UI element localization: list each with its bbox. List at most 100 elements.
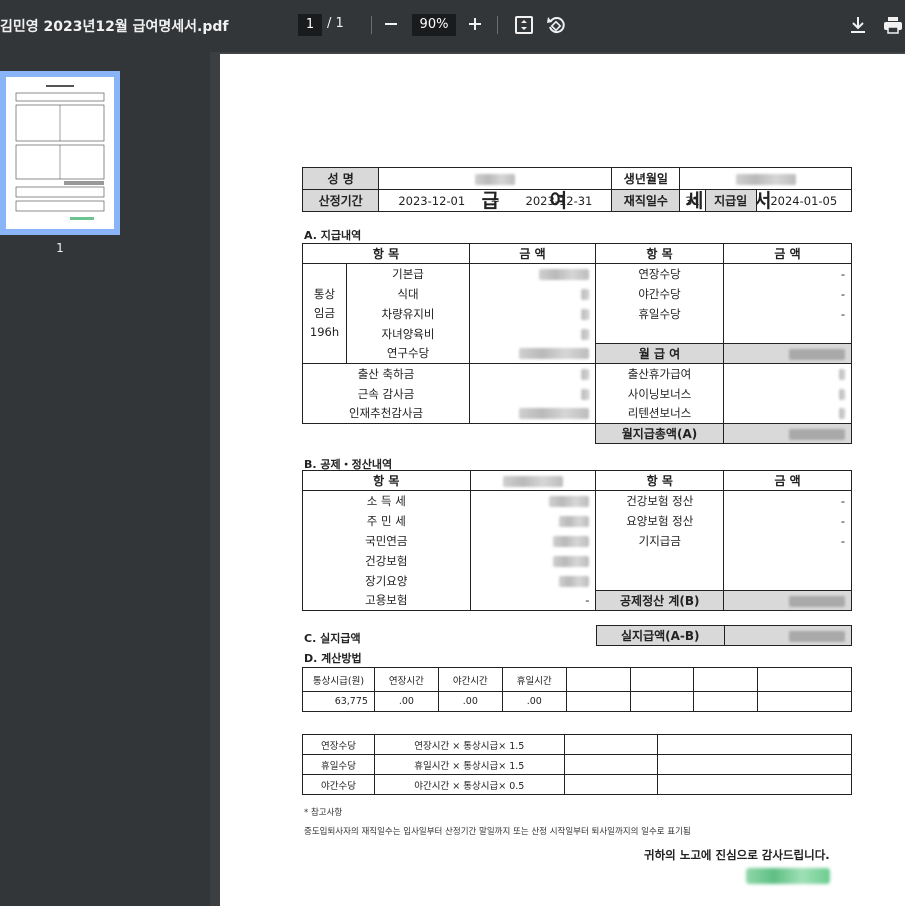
- thumbnail-preview: [6, 77, 114, 229]
- total-pay-value: [723, 423, 852, 444]
- formula-empty: [563, 754, 659, 775]
- download-icon: [851, 17, 865, 33]
- a-item: 휴일수당: [595, 303, 724, 324]
- calc-empty: [565, 691, 631, 712]
- a-amount: [723, 403, 852, 424]
- b-amount-empty: [723, 570, 852, 591]
- formula-empty: [563, 734, 659, 755]
- a-amount: [723, 383, 852, 404]
- a-amount: [469, 283, 596, 304]
- formula-empty: [657, 774, 852, 795]
- formula-table: 연장수당 연장시간 × 통상시급× 1.5 휴일수당 휴일시간 × 통상시급× …: [302, 734, 852, 795]
- a-spacer: [302, 423, 596, 444]
- b-item: 국민연금: [302, 530, 471, 551]
- formula-text: 야간시간 × 통상시급× 0.5: [373, 774, 565, 795]
- page-number-input[interactable]: 1: [298, 14, 322, 36]
- pdf-toolbar: 김민영 2023년12월 급여명세서.pdf 1 / 1 90%: [0, 0, 905, 52]
- b-amount: -: [723, 530, 852, 551]
- b-header-amount-right: 금 액: [723, 470, 852, 491]
- paydate-label: 지급일: [704, 189, 757, 212]
- zoom-input[interactable]: 90%: [412, 14, 456, 36]
- section-d-title: D. 계산방법: [304, 652, 362, 665]
- a-amount: [723, 363, 852, 384]
- a-header-amount-right: 금 액: [723, 243, 852, 264]
- b-item: 소 득 세: [302, 490, 471, 511]
- a-item: 연장수당: [595, 263, 724, 284]
- document-title: 김민영 2023년12월 급여명세서.pdf: [0, 19, 229, 35]
- b-item: 기지급금: [595, 530, 725, 551]
- calc-empty: [629, 667, 695, 692]
- a-amount: -: [723, 263, 852, 284]
- formula-text: 연장시간 × 통상시급× 1.5: [373, 734, 565, 755]
- calc-empty: [565, 667, 631, 692]
- a-item: 리텐션보너스: [595, 403, 724, 424]
- b-amount: -: [723, 490, 852, 511]
- calc-empty: [757, 667, 852, 692]
- a-header-amount-left: 금 액: [469, 243, 596, 264]
- download-button[interactable]: [847, 14, 869, 36]
- period-end: 2023-12-31: [506, 189, 613, 212]
- calc-value: 63,775: [302, 691, 375, 712]
- regular-wage-group: 통상 임금 196h: [302, 263, 347, 364]
- birth-value: [679, 167, 852, 190]
- calc-value: .00: [437, 691, 503, 712]
- monthly-pay-value: [723, 343, 852, 364]
- minus-icon: [385, 23, 397, 25]
- b-item: 요양보험 정산: [595, 510, 725, 531]
- formula-name: 휴일수당: [302, 754, 375, 775]
- fit-page-button[interactable]: [513, 14, 535, 36]
- a-item: 기본급: [346, 263, 470, 284]
- company-signature: [746, 868, 830, 884]
- formula-empty: [563, 774, 659, 795]
- zoom-out-button[interactable]: [380, 12, 402, 36]
- a-amount: -: [723, 303, 852, 324]
- thanks-message: 귀하의 노고에 진심으로 감사드립니다.: [644, 848, 830, 862]
- net-pay-value: [723, 625, 853, 646]
- a-item: 자녀양육비: [346, 323, 470, 344]
- a-amount-empty: [723, 323, 852, 344]
- total-pay-label: 월지급총액(A): [595, 423, 724, 444]
- calc-value: .00: [373, 691, 439, 712]
- a-amount: [469, 343, 596, 364]
- toolbar-divider: [497, 16, 498, 34]
- page-thumbnail-selected[interactable]: [0, 71, 120, 235]
- paydate-value: 2024-01-05: [755, 189, 853, 212]
- sidebar-scrollbar[interactable]: [210, 52, 220, 906]
- workdays-value: 31: [679, 189, 706, 212]
- name-value: [378, 167, 613, 190]
- rotate-icon: [547, 17, 565, 34]
- b-item-empty: [595, 550, 725, 571]
- pdf-page: 급 여 명 세 서 성 명 생년월일 산정기간 2023-12-01 ~ 202…: [220, 54, 905, 906]
- calc-value: .00: [501, 691, 567, 712]
- fit-to-page-icon: [515, 16, 533, 34]
- b-item: 고용보험: [302, 590, 471, 611]
- formula-text: 휴일시간 × 통상시급× 1.5: [373, 754, 565, 775]
- b-amount: [469, 530, 597, 551]
- calc-empty: [693, 667, 759, 692]
- zoom-in-button[interactable]: [464, 12, 486, 36]
- rotate-button[interactable]: [545, 14, 567, 36]
- toolbar-divider: [371, 16, 372, 34]
- a-item: 야간수당: [595, 283, 724, 304]
- formula-empty: [657, 754, 852, 775]
- b-item: 건강보험 정산: [595, 490, 725, 511]
- b-amount: [469, 510, 597, 531]
- a-item: 사이닝보너스: [595, 383, 724, 404]
- calculation-table: 통상시급(원) 연장시간 야간시간 휴일시간 63,775 .00 .00 .0…: [302, 667, 852, 712]
- calc-header: 연장시간: [373, 667, 439, 692]
- print-button[interactable]: [882, 14, 904, 36]
- calc-empty: [693, 691, 759, 712]
- a-header-item-left: 항 목: [302, 243, 470, 264]
- notes-text: 중도입퇴사자의 재직일수는 입사일부터 산정기간 말일까지 또는 산정 시작일부…: [304, 827, 691, 837]
- a-amount: [469, 363, 596, 384]
- name-label: 성 명: [301, 167, 380, 190]
- a-amount: [469, 303, 596, 324]
- a-item: 출산휴가급여: [595, 363, 724, 384]
- a-amount: [469, 323, 596, 344]
- thumbnail-miniature: [15, 85, 105, 220]
- page-count: / 1: [327, 16, 344, 31]
- b-header-item-left: 항 목: [302, 470, 471, 491]
- net-pay-table: 실지급액(A-B): [596, 625, 853, 646]
- b-amount: -: [723, 510, 852, 531]
- deduction-table: 항 목 항 목 금 액 소 득 세 건강보험 정산 - 주 민 세 요양보험 정…: [302, 470, 852, 611]
